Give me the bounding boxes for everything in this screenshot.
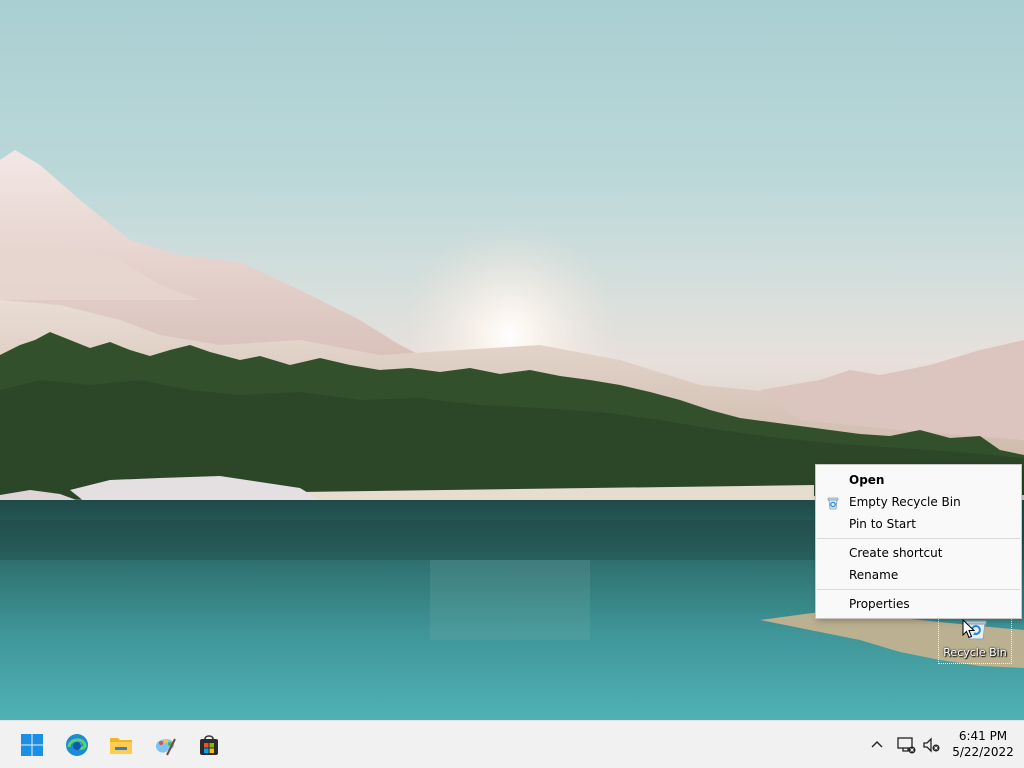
taskbar-app-microsoft-store[interactable]: [193, 729, 225, 761]
clock-time: 6:41 PM: [958, 729, 1008, 743]
taskbar-app-paint[interactable]: [149, 729, 181, 761]
start-button[interactable]: [16, 729, 48, 761]
edge-icon: [66, 734, 88, 756]
menu-item-label: Properties: [849, 597, 910, 611]
microsoft-store-icon: [200, 735, 218, 755]
chevron-up-icon[interactable]: [867, 735, 887, 755]
menu-item-label: Rename: [849, 568, 899, 582]
taskbar: 6:41 PM 5/22/2022: [0, 720, 1024, 768]
menu-item-empty-recycle-bin[interactable]: Empty Recycle Bin: [816, 491, 1021, 513]
taskbar-clock[interactable]: 6:41 PM 5/22/2022: [945, 728, 1021, 760]
menu-separator: [817, 589, 1020, 590]
context-menu: Open Empty Recycle Bin Pin to Start Crea…: [815, 464, 1022, 619]
mouse-cursor-icon: [962, 618, 976, 639]
taskbar-app-edge[interactable]: [61, 729, 93, 761]
menu-item-create-shortcut[interactable]: Create shortcut: [816, 542, 1021, 564]
menu-item-label: Empty Recycle Bin: [849, 495, 961, 509]
volume-muted-icon[interactable]: [921, 735, 943, 755]
menu-item-label: Pin to Start: [849, 517, 916, 531]
paint-icon: [156, 738, 176, 756]
network-icon[interactable]: [895, 735, 917, 755]
menu-separator: [817, 538, 1020, 539]
menu-item-pin-to-start[interactable]: Pin to Start: [816, 513, 1021, 535]
desktop-icon-label: Recycle Bin: [943, 646, 1007, 659]
windows-start-icon: [21, 734, 43, 756]
menu-item-rename[interactable]: Rename: [816, 564, 1021, 586]
menu-item-label: Create shortcut: [849, 546, 943, 560]
menu-item-open[interactable]: Open: [816, 469, 1021, 491]
file-explorer-icon: [110, 738, 132, 754]
clock-date: 5/22/2022: [952, 745, 1014, 759]
menu-item-label: Open: [849, 473, 885, 487]
recycle-bin-icon: [826, 495, 840, 510]
menu-item-properties[interactable]: Properties: [816, 593, 1021, 615]
taskbar-app-file-explorer[interactable]: [105, 729, 137, 761]
